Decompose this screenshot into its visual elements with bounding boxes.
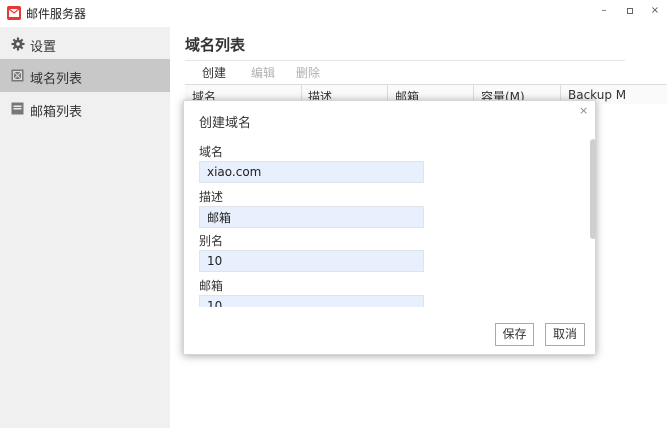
scrollbar[interactable] bbox=[590, 139, 596, 239]
mailbox-list-icon bbox=[11, 102, 24, 115]
create-domain-dialog: 创建域名 × 域名 描述 别名 邮箱 保存 取消 bbox=[183, 100, 596, 355]
maximize-icon bbox=[627, 8, 633, 14]
description-input[interactable] bbox=[199, 206, 424, 228]
minimize-button[interactable]: – bbox=[597, 4, 611, 18]
domain-input[interactable] bbox=[199, 161, 424, 183]
dialog-title: 创建域名 bbox=[199, 116, 252, 131]
save-button[interactable]: 保存 bbox=[495, 323, 534, 346]
cancel-button[interactable]: 取消 bbox=[545, 323, 585, 346]
alias-input[interactable] bbox=[199, 250, 424, 272]
close-icon[interactable]: × bbox=[579, 104, 588, 117]
sidebar-item-domains[interactable]: 域名列表 bbox=[0, 59, 170, 92]
close-window-button[interactable]: × bbox=[648, 4, 662, 18]
page-title: 域名列表 bbox=[185, 36, 246, 54]
mailbox-label: 邮箱 bbox=[199, 279, 224, 293]
sidebar-item-label: 域名列表 bbox=[30, 72, 83, 87]
create-button[interactable]: 创建 bbox=[202, 64, 226, 81]
gear-icon bbox=[11, 37, 25, 51]
domain-list-icon bbox=[11, 69, 24, 82]
sidebar-item-mailboxes[interactable]: 邮箱列表 bbox=[0, 92, 170, 125]
title-bar: 邮件服务器 – × bbox=[0, 0, 667, 27]
edit-button[interactable]: 编辑 bbox=[251, 64, 275, 81]
delete-button[interactable]: 删除 bbox=[296, 64, 320, 81]
sidebar-item-label: 设置 bbox=[30, 40, 57, 55]
alias-label: 别名 bbox=[199, 234, 224, 248]
sidebar-item-settings[interactable]: 设置 bbox=[0, 27, 170, 60]
sidebar-item-label: 邮箱列表 bbox=[30, 105, 83, 120]
window-title: 邮件服务器 bbox=[26, 7, 87, 21]
sidebar: 设置 域名列表 邮箱列表 bbox=[0, 27, 170, 428]
description-label: 描述 bbox=[199, 190, 224, 204]
domain-label: 域名 bbox=[199, 145, 224, 159]
mail-app-icon bbox=[7, 6, 21, 20]
maximize-button[interactable] bbox=[623, 4, 637, 18]
form-scroll-area[interactable]: 域名 描述 别名 邮箱 bbox=[184, 139, 584, 307]
divider bbox=[185, 60, 625, 61]
mailbox-input[interactable] bbox=[199, 295, 424, 307]
